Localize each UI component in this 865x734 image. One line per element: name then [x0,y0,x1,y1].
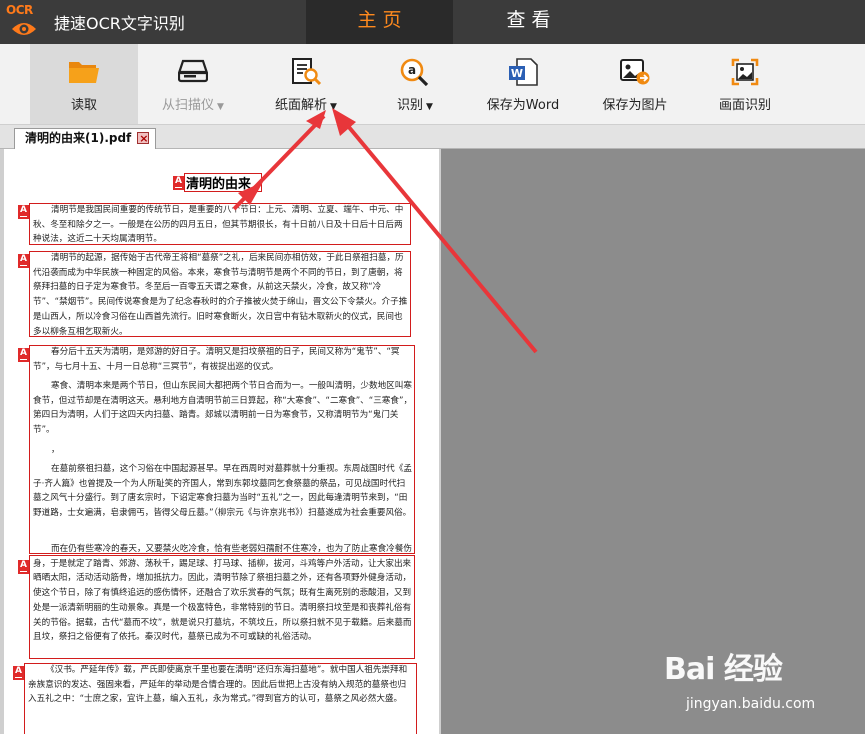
annotation-arrows [232,108,538,354]
watermark-url: jingyan.baidu.com [686,696,816,712]
watermark-brand: Bai 经验 [664,652,783,687]
arrowhead-icon [306,110,326,129]
baidu-jingyan-watermark: Bai 经验 jingyan.baidu.com [664,640,854,730]
arrow-to-toolbar [341,118,538,354]
